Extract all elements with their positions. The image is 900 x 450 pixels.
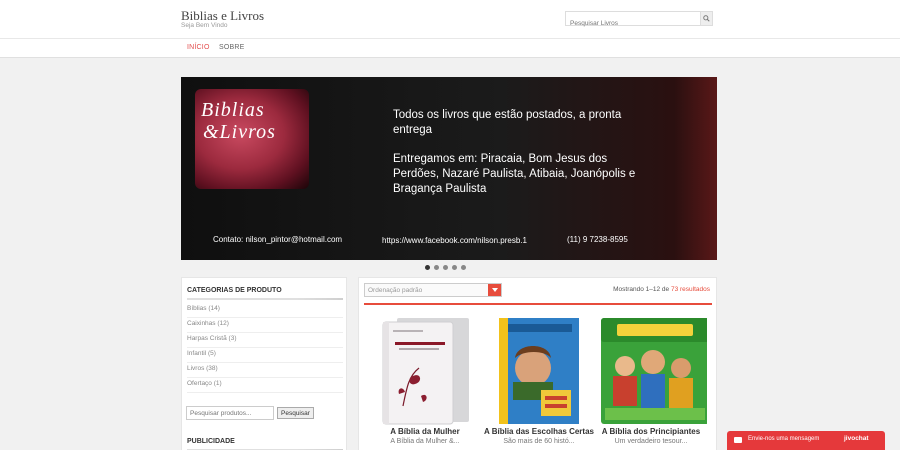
divider [364, 303, 712, 305]
banner-phone: (11) 9 7238-8595 [567, 235, 628, 244]
product-search-input[interactable] [186, 406, 274, 420]
site-search-input[interactable] [566, 17, 698, 30]
banner-facebook: https://www.facebook.com/nilson.presb.1 [382, 236, 527, 245]
slider-dot[interactable] [425, 265, 430, 270]
banner-logo-text: Biblias &Livros [201, 99, 305, 143]
category-item[interactable]: Infantil (5) [187, 348, 343, 363]
chat-label: Envie-nos uma mensagem [748, 436, 820, 442]
product-image-biblia-escolhas-certas[interactable] [483, 316, 595, 426]
product-name[interactable]: A Bíblia das Escolhas Certas [483, 427, 595, 436]
chat-brand: jivochat [844, 435, 869, 442]
site-header: Biblias e Livros Seja Bem Vindo [0, 0, 900, 38]
banner-slide[interactable]: Biblias &Livros Todos os livros que estã… [181, 77, 717, 260]
result-count-total: 73 resultados [670, 286, 710, 293]
publicidade-heading: PUBLICIDADE [187, 438, 235, 445]
site-search [565, 11, 713, 30]
product-name[interactable]: A Bíblia dos Principiantes [595, 427, 707, 436]
result-count: Mostrando 1–12 de 73 resultados [613, 286, 710, 293]
divider [187, 298, 343, 300]
product-image-biblia-mulher[interactable] [369, 316, 481, 426]
result-count-prefix: Mostrando 1–12 de [613, 286, 671, 293]
category-item[interactable]: Caixinhas (12) [187, 318, 343, 333]
search-icon [703, 15, 710, 22]
product-description: A Bíblia da Mulher &... [390, 438, 460, 445]
slider-dot[interactable] [434, 265, 439, 270]
chat-widget[interactable]: Envie-nos uma mensagem jivochat [727, 431, 885, 450]
product-image-biblia-principiantes[interactable] [595, 316, 707, 426]
slider-dots [425, 265, 466, 270]
product-area: Ordenação padrão Mostrando 1–12 de 73 re… [358, 277, 717, 450]
categories-heading: CATEGORIAS DE PRODUTO [187, 287, 282, 294]
sort-dropdown-button[interactable] [488, 284, 501, 296]
banner-message-line1: Todos os livros que estão postados, a pr… [393, 109, 622, 136]
search-button[interactable] [700, 12, 712, 25]
sort-select-value: Ordenação padrão [368, 287, 423, 294]
banner-logo-line2: &Livros [203, 121, 276, 143]
banner-message-line2: Entregamos em: Piracaia, Bom Jesus dos P… [393, 153, 636, 195]
product-description: São mais de 60 histó... [503, 438, 575, 445]
category-item[interactable]: Harpas Cristã (3) [187, 333, 343, 348]
banner-logo-line1: Biblias [201, 99, 265, 121]
product-name[interactable]: A Bíblia da Mulher [369, 427, 481, 436]
category-list: Bíblias (14) Caixinhas (12) Harpas Crist… [187, 303, 343, 393]
product-search-button[interactable]: Pesquisar [277, 407, 314, 419]
sidebar: CATEGORIAS DE PRODUTO Bíblias (14) Caixi… [181, 277, 347, 450]
banner-contact: Contato: nilson_pintor@hotmail.com [213, 235, 343, 244]
banner-message: Todos os livros que estão postados, a pr… [393, 108, 653, 211]
category-item[interactable]: Ofertaço (1) [187, 378, 343, 393]
slider-dot[interactable] [461, 265, 466, 270]
slider-dot[interactable] [443, 265, 448, 270]
nav-item-inicio[interactable]: INÍCIO [187, 44, 210, 51]
chevron-down-icon [491, 288, 498, 292]
main-nav: INÍCIO SOBRE [0, 38, 900, 58]
product-description: Um verdadeiro tesour... [614, 438, 688, 445]
nav-item-sobre[interactable]: SOBRE [219, 44, 245, 51]
category-item[interactable]: Livros (38) [187, 363, 343, 378]
envelope-icon [734, 437, 742, 443]
slider-dot[interactable] [452, 265, 457, 270]
site-tagline: Seja Bem Vindo [181, 22, 228, 29]
sort-select[interactable]: Ordenação padrão [364, 283, 502, 297]
category-item[interactable]: Bíblias (14) [187, 303, 343, 318]
